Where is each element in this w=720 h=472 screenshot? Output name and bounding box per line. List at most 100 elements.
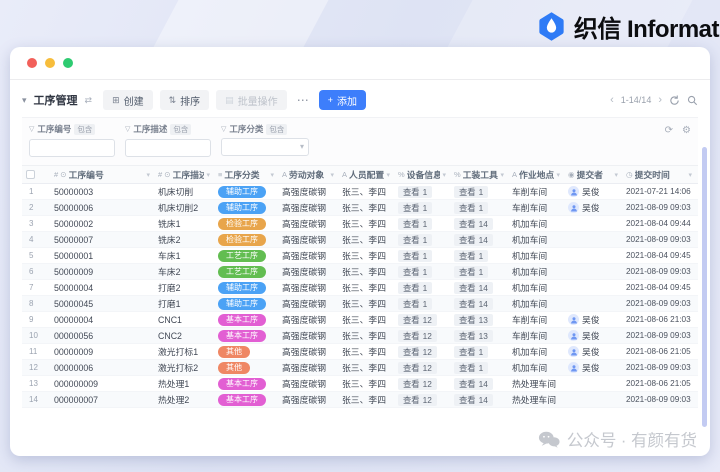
table-row[interactable]: 1000000056CNC2基本工序高强度碳钢张三、李四查看12查看13车削车间… [22, 328, 698, 344]
column-menu-caret-icon[interactable]: ▾ [688, 171, 692, 179]
view-link[interactable]: 查看12 [398, 330, 437, 342]
view-link[interactable]: 查看14 [454, 234, 493, 246]
batch-operation-button[interactable]: ▤ 批量操作 [216, 90, 287, 110]
col-header-submitter[interactable]: ◉提交者▾ [564, 168, 622, 181]
view-link[interactable]: 查看1 [454, 346, 488, 358]
window-titlebar [10, 47, 710, 80]
view-link[interactable]: 查看12 [398, 362, 437, 374]
view-link[interactable]: 查看12 [398, 394, 437, 406]
minimize-window-button[interactable] [45, 58, 55, 68]
switch-view-icon[interactable]: ⇄ [85, 95, 93, 106]
vertical-scrollbar[interactable] [702, 147, 707, 427]
view-link[interactable]: 查看14 [454, 282, 493, 294]
col-header-labor[interactable]: A劳动对象▾ [278, 168, 338, 181]
col-header-time[interactable]: ◷提交时间▾ [622, 168, 696, 181]
filter-refresh-icon[interactable]: ⟳ [665, 125, 673, 136]
view-link[interactable]: 查看1 [398, 298, 432, 310]
view-link[interactable]: 查看1 [454, 362, 488, 374]
filter-icon: ▽ [29, 125, 34, 133]
col-header-staff[interactable]: A人员配置▾ [338, 168, 394, 181]
view-link[interactable]: 查看14 [454, 218, 493, 230]
view-link[interactable]: 查看1 [398, 218, 432, 230]
view-link[interactable]: 查看1 [398, 186, 432, 198]
view-label: 查看 [459, 251, 476, 261]
table-row[interactable]: 550000001车床1工艺工序高强度碳钢张三、李四查看1查看1机加车间2021… [22, 248, 698, 264]
view-link[interactable]: 查看1 [454, 202, 488, 214]
table-row[interactable]: 900000004CNC1基本工序高强度碳钢张三、李四查看12查看13车削车间吴… [22, 312, 698, 328]
prev-page-arrow[interactable]: ‹ [610, 94, 614, 106]
close-window-button[interactable] [27, 58, 37, 68]
col-header-tools[interactable]: %工装工具▾ [450, 168, 508, 181]
view-link[interactable]: 查看1 [454, 266, 488, 278]
search-icon[interactable] [687, 95, 698, 106]
chevron-down-icon[interactable]: ▾ [22, 95, 27, 106]
view-count: 14 [479, 219, 488, 229]
submitter-field-type-icon: ◉ [568, 170, 575, 179]
person-icon [570, 364, 578, 372]
table-row[interactable]: 13000000009热处理1基本工序高强度碳钢张三、李四查看12查看14热处理… [22, 376, 698, 392]
more-actions-button[interactable]: ⋯ [294, 93, 312, 107]
column-menu-caret-icon[interactable]: ▾ [270, 171, 274, 179]
column-menu-caret-icon[interactable]: ▾ [442, 171, 446, 179]
col-header-desc[interactable]: # ⊙工序描述▾ [154, 168, 214, 181]
table-row[interactable]: 350000002铣床1检验工序高强度碳钢张三、李四查看1查看14机加车间202… [22, 216, 698, 232]
column-menu-caret-icon[interactable]: ▾ [330, 171, 334, 179]
table-row[interactable]: 250000006机床切削2辅助工序高强度碳钢张三、李四查看1查看1车削车间吴俊… [22, 200, 698, 216]
view-link[interactable]: 查看1 [398, 282, 432, 294]
next-page-arrow[interactable]: › [658, 94, 662, 106]
view-link[interactable]: 查看12 [398, 346, 437, 358]
table-row[interactable]: 1100000009激光打标1其他高强度碳钢张三、李四查看12查看1机加车间吴俊… [22, 344, 698, 360]
cell-time: 2021-08-09 09:03 [622, 267, 696, 276]
view-link[interactable]: 查看14 [454, 298, 493, 310]
view-link[interactable]: 查看1 [398, 234, 432, 246]
col-header-category[interactable]: ≡工序分类▾ [214, 168, 278, 181]
column-menu-caret-icon[interactable]: ▾ [206, 171, 210, 179]
table-row[interactable]: 850000045打磨1辅助工序高强度碳钢张三、李四查看1查看14机加车间202… [22, 296, 698, 312]
column-menu-caret-icon[interactable]: ▾ [146, 171, 150, 179]
view-link[interactable]: 查看12 [398, 378, 437, 390]
create-button[interactable]: ⊞ 创建 [103, 90, 153, 110]
maximize-window-button[interactable] [63, 58, 73, 68]
table-row[interactable]: 650000009车床2工艺工序高强度碳钢张三、李四查看1查看1机加车间2021… [22, 264, 698, 280]
filter-input-code[interactable] [29, 139, 115, 157]
view-link[interactable]: 查看1 [398, 202, 432, 214]
view-link[interactable]: 查看13 [454, 314, 493, 326]
table-row[interactable]: 150000003机床切削辅助工序高强度碳钢张三、李四查看1查看1车削车间吴俊2… [22, 184, 698, 200]
view-link[interactable]: 查看14 [454, 394, 493, 406]
col-header-select[interactable] [22, 170, 50, 179]
sort-button[interactable]: ⇅ 排序 [160, 90, 210, 110]
col-header-equip[interactable]: %设备信息▾ [394, 168, 450, 181]
cell-desc: CNC2 [154, 331, 214, 341]
view-link[interactable]: 查看1 [398, 266, 432, 278]
table-row[interactable]: 450000007铣床2检验工序高强度碳钢张三、李四查看1查看14机加车间202… [22, 232, 698, 248]
cell-location: 机加车间 [508, 233, 564, 246]
view-link[interactable]: 查看1 [454, 186, 488, 198]
add-button[interactable]: + 添加 [319, 90, 366, 110]
cell-desc: 热处理2 [154, 393, 214, 406]
create-button-label: 创建 [124, 93, 144, 108]
select-all-checkbox[interactable] [26, 170, 35, 179]
table-row[interactable]: 750000004打磨2辅助工序高强度碳钢张三、李四查看1查看14机加车间202… [22, 280, 698, 296]
view-link[interactable]: 查看12 [398, 314, 437, 326]
view-link[interactable]: 查看13 [454, 330, 493, 342]
col-header-code[interactable]: # ⊙工序编号▾ [50, 168, 154, 181]
col-header-location[interactable]: A作业地点▾ [508, 168, 564, 181]
refresh-icon[interactable] [669, 95, 680, 106]
column-menu-caret-icon[interactable]: ▾ [386, 171, 390, 179]
column-menu-caret-icon[interactable]: ▾ [556, 171, 560, 179]
filter-input-desc[interactable] [125, 139, 211, 157]
filter-select-category[interactable]: ▾ [221, 138, 309, 156]
col-label: 工序编号 [69, 168, 104, 181]
table-row[interactable]: 14000000007热处理2基本工序高强度碳钢张三、李四查看12查看14热处理… [22, 392, 698, 408]
table-row[interactable]: 1200000006激光打标2其他高强度碳钢张三、李四查看12查看1机加车间吴俊… [22, 360, 698, 376]
view-link[interactable]: 查看1 [454, 250, 488, 262]
cell-equip: 查看1 [394, 250, 450, 262]
column-menu-caret-icon[interactable]: ▾ [500, 171, 504, 179]
cell-location: 热处理车间 [508, 393, 564, 406]
cell-desc: 打磨2 [154, 281, 214, 294]
filter-settings-icon[interactable]: ⚙ [682, 125, 691, 136]
browser-window: ▾ 工序管理 ⇄ ⊞ 创建 ⇅ 排序 ▤ 批量操作 ⋯ + 添加 ‹ 1-14 [10, 47, 710, 456]
view-link[interactable]: 查看1 [398, 250, 432, 262]
view-link[interactable]: 查看14 [454, 378, 493, 390]
column-menu-caret-icon[interactable]: ▾ [614, 171, 618, 179]
